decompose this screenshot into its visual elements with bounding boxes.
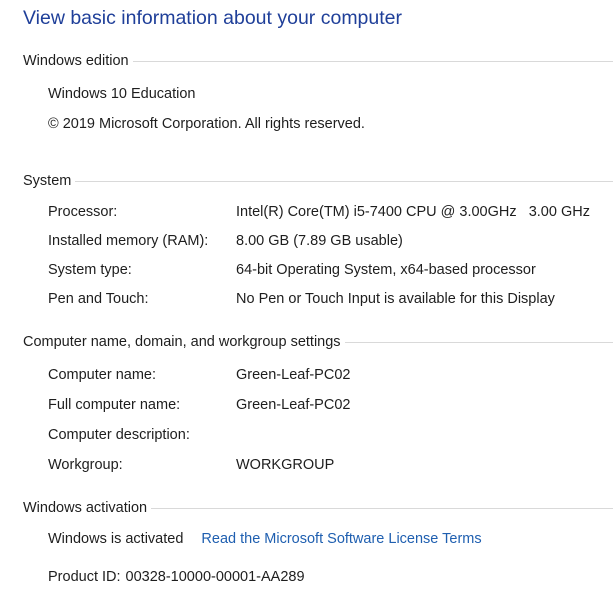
copyright-text: © 2019 Microsoft Corporation. All rights… [48, 116, 365, 132]
info-label: Computer name: [48, 367, 156, 383]
info-label: Computer description: [48, 427, 190, 443]
section-title: Windows activation [23, 500, 148, 516]
product-id-value: 00328-10000-00001-AA289 [125, 569, 305, 585]
info-row-workgroup: Workgroup: WORKGROUP [48, 455, 334, 475]
info-label: System type: [48, 262, 132, 278]
product-id-label: Product ID: [48, 569, 121, 585]
info-label: Processor: [48, 204, 118, 220]
info-label: Pen and Touch: [48, 291, 149, 307]
section-header-windows-edition: Windows edition [23, 51, 613, 71]
section-title: Windows edition [23, 53, 129, 69]
info-value: WORKGROUP [236, 457, 335, 473]
section-header-system: System [23, 171, 613, 191]
info-label: Workgroup: [48, 457, 123, 473]
windows-edition-name: Windows 10 Education [48, 86, 196, 102]
info-row-computer-description: Computer description: [48, 425, 236, 445]
info-label: Installed memory (RAM): [48, 233, 209, 249]
divider [75, 181, 613, 182]
info-value: Green-Leaf-PC02 [236, 397, 351, 413]
section-header-windows-activation: Windows activation [23, 498, 613, 518]
info-row-system-type: System type: 64-bit Operating System, x6… [48, 260, 536, 280]
info-row-processor: Processor: Intel(R) Core(TM) i5-7400 CPU… [48, 202, 590, 222]
info-value: Intel(R) Core(TM) i5-7400 CPU @ 3.00GHz … [236, 204, 590, 220]
activation-row: Windows is activated Read the Microsoft … [48, 531, 482, 547]
info-value: Green-Leaf-PC02 [236, 367, 351, 383]
license-terms-link[interactable]: Read the Microsoft Software License Term… [201, 531, 481, 547]
section-title: Computer name, domain, and workgroup set… [23, 334, 341, 350]
info-value: No Pen or Touch Input is available for t… [236, 291, 555, 307]
divider [132, 61, 613, 62]
divider [151, 508, 613, 509]
info-label: Full computer name: [48, 397, 181, 413]
info-row-pen-touch: Pen and Touch: No Pen or Touch Input is … [48, 289, 555, 309]
page-title: View basic information about your comput… [23, 7, 403, 29]
info-row-memory: Installed memory (RAM): 8.00 GB (7.89 GB… [48, 231, 403, 251]
section-title: System [23, 173, 72, 189]
section-header-computer-name: Computer name, domain, and workgroup set… [23, 332, 613, 352]
info-row-full-computer-name: Full computer name: Green-Leaf-PC02 [48, 395, 350, 415]
info-row-computer-name: Computer name: Green-Leaf-PC02 [48, 365, 350, 385]
divider [344, 342, 613, 343]
product-id-row: Product ID: 00328-10000-00001-AA289 [48, 569, 305, 585]
activation-status: Windows is activated [48, 531, 184, 547]
info-value: 8.00 GB (7.89 GB usable) [236, 233, 403, 249]
info-value: 64-bit Operating System, x64-based proce… [236, 262, 536, 278]
